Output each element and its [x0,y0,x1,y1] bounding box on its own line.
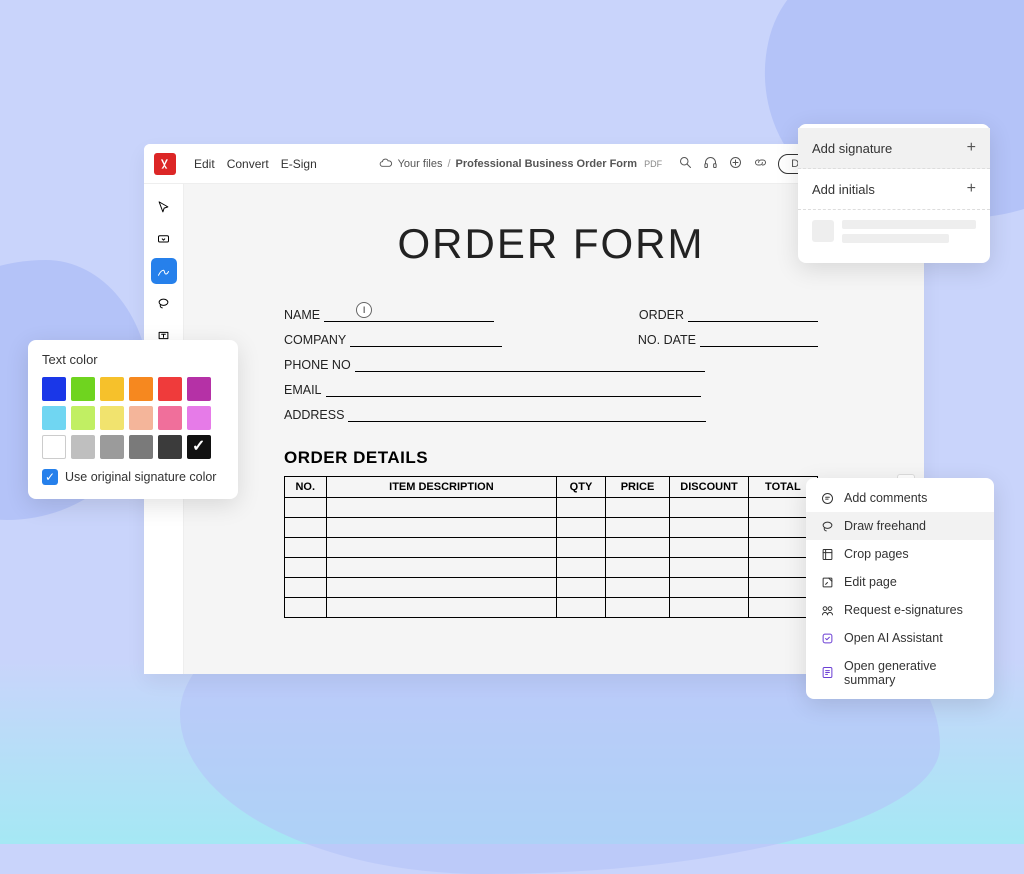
headphones-icon[interactable] [703,155,718,173]
table-row[interactable] [285,578,818,598]
breadcrumb-sep: / [447,158,450,170]
label-email: EMAIL [284,383,322,397]
menu-esign[interactable]: E-Sign [279,155,319,173]
select-tool[interactable] [151,194,177,220]
label-address: ADDRESS [284,408,344,422]
color-swatch[interactable] [187,406,211,430]
orig-color-label: Use original signature color [65,470,216,484]
label-phone: PHONE NO [284,358,351,372]
field-name[interactable]: I [324,310,494,322]
table-row[interactable] [285,598,818,618]
plus-icon: + [967,139,976,157]
cloud-icon [379,157,393,171]
color-swatch[interactable] [42,406,66,430]
color-swatch[interactable] [42,435,66,459]
link-icon[interactable] [753,155,768,173]
breadcrumb-file[interactable]: Professional Business Order Form [456,158,638,170]
table-row[interactable] [285,498,818,518]
signature-placeholder [798,210,990,253]
field-email[interactable] [326,385,701,397]
field-nodate[interactable] [700,335,818,347]
color-swatch[interactable] [100,406,124,430]
color-swatch[interactable] [42,377,66,401]
add-signature[interactable]: Add signature+ [798,128,990,169]
field-phone[interactable] [355,360,705,372]
color-swatch[interactable] [129,377,153,401]
field-address[interactable] [348,410,706,422]
doc-title: ORDER FORM [284,220,818,268]
color-swatch[interactable] [100,377,124,401]
th-disc: DISCOUNT [670,477,748,498]
acrobat-logo [154,153,176,175]
action-add-comments[interactable]: Add comments [806,484,994,512]
field-order[interactable] [688,310,818,322]
action-crop-pages[interactable]: Crop pages [806,540,994,568]
color-swatch[interactable] [187,377,211,401]
field-company[interactable] [350,335,502,347]
add-initials[interactable]: Add initials+ [798,169,990,210]
color-swatch[interactable] [100,435,124,459]
menu-edit[interactable]: Edit [192,155,217,173]
th-desc: ITEM DESCRIPTION [326,477,557,498]
text-color-panel: Text color ✓ Use original signature colo… [28,340,238,499]
actions-panel: Add commentsDraw freehandCrop pagesEdit … [806,478,994,699]
label-name: NAME [284,308,320,322]
label-order: ORDER [639,308,684,322]
color-swatch[interactable] [158,377,182,401]
th-qty: QTY [557,477,605,498]
plus-icon: + [967,180,976,198]
print-icon[interactable] [728,155,743,173]
color-swatch[interactable] [71,377,95,401]
dropdown-tool[interactable] [151,226,177,252]
color-swatch[interactable] [71,406,95,430]
section-header: ORDER DETAILS [284,448,818,468]
th-price: PRICE [605,477,670,498]
color-swatch[interactable] [187,435,211,459]
text-cursor-icon: I [356,302,372,318]
table-row[interactable] [285,538,818,558]
file-ext-badge: PDF [644,159,662,169]
sign-tool[interactable] [151,258,177,284]
action-open-ai-assistant[interactable]: Open AI Assistant [806,624,994,652]
color-swatch[interactable] [129,435,153,459]
color-swatch[interactable] [158,406,182,430]
document-canvas[interactable]: ORDER FORM NAMEI ORDER COMPANY NO. DATE … [184,184,888,674]
th-no: NO. [285,477,327,498]
search-icon[interactable] [678,155,693,173]
lasso-tool[interactable] [151,290,177,316]
action-request-e-signatures[interactable]: Request e-signatures [806,596,994,624]
text-color-title: Text color [42,352,224,367]
table-row[interactable] [285,558,818,578]
table-row[interactable] [285,518,818,538]
label-nodate: NO. DATE [638,333,696,347]
color-swatch[interactable] [71,435,95,459]
action-open-generative-summary[interactable]: Open generative summary [806,652,994,693]
signature-panel: Add signature+ Add initials+ [798,124,990,263]
breadcrumb: Your files / Professional Business Order… [379,157,662,171]
order-table: NO. ITEM DESCRIPTION QTY PRICE DISCOUNT … [284,476,818,618]
action-draw-freehand[interactable]: Draw freehand [806,512,994,540]
color-swatch[interactable] [129,406,153,430]
label-company: COMPANY [284,333,346,347]
breadcrumb-root[interactable]: Your files [398,158,443,170]
orig-color-checkbox[interactable]: ✓ [42,469,58,485]
menu-convert[interactable]: Convert [225,155,271,173]
color-swatch[interactable] [158,435,182,459]
action-edit-page[interactable]: Edit page [806,568,994,596]
